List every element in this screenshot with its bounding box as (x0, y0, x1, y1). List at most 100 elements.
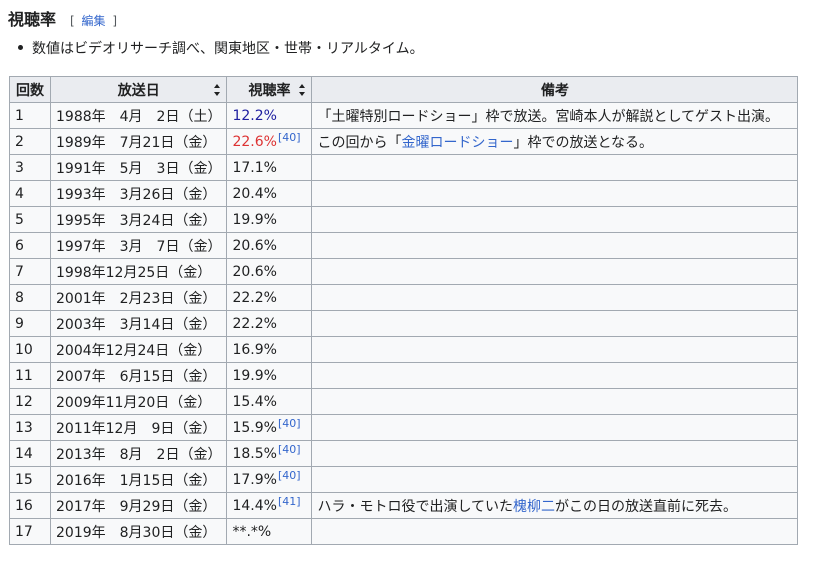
rating-value: 20.4% (232, 185, 277, 202)
cell-date: 2007年 6月15日（金） (49, 362, 228, 389)
header-rating-label: 視聴率 (248, 82, 291, 99)
reference-link[interactable]: [40] (278, 417, 301, 430)
sort-icon[interactable] (299, 84, 306, 96)
ratings-table: 回数 放送日 視聴率 備考 1 1988年 4月 2日（土） 12.2% 「土曜特別ロ… (9, 76, 799, 545)
cell-no: 17 (9, 518, 51, 545)
cell-date: 1989年 7月21日（金） (49, 128, 228, 155)
cell-rating: 15.9%[40] (226, 414, 313, 441)
rating-value: 15.9% (232, 419, 277, 436)
cell-rating: 17.9%[40] (226, 466, 313, 493)
reference-sup: [40] (277, 131, 301, 144)
header-no: 回数 (9, 76, 51, 103)
cell-no: 11 (9, 362, 51, 389)
table-row: 15 2016年 1月15日（金） 17.9%[40] (9, 466, 799, 493)
rating-value: 17.9% (232, 471, 277, 488)
remarks-link[interactable]: 金曜ロードショー (401, 135, 513, 151)
reference-link[interactable]: [40] (278, 469, 301, 482)
remarks-text: ハラ・モトロ役で出演していた (317, 498, 514, 515)
remarks-text: 」枠での放送となる。 (513, 134, 654, 151)
cell-remarks: 「土曜特別ロードショー」枠で放送。宮崎本人が解説としてゲスト出演。 (311, 102, 799, 129)
rating-value: 22.6% (232, 133, 277, 150)
rating-value: 19.9% (232, 211, 277, 228)
reference-link[interactable]: [40] (278, 131, 301, 144)
remarks-link[interactable]: 槐柳二 (513, 499, 555, 515)
cell-remarks (311, 466, 799, 493)
cell-no: 9 (9, 310, 51, 337)
cell-date: 2001年 2月23日（金） (49, 284, 228, 311)
cell-no: 6 (9, 232, 51, 259)
cell-date: 2011年12月 9日（金） (49, 414, 228, 441)
table-row: 17 2019年 8月30日（金） **.*% (9, 518, 799, 545)
cell-remarks (311, 180, 799, 207)
cell-date: 2013年 8月 2日（金） (49, 440, 228, 467)
cell-date: 1988年 4月 2日（土） (49, 102, 228, 129)
rating-value: 22.2% (232, 315, 277, 332)
rating-value: 16.9% (232, 341, 277, 358)
cell-date: 1991年 5月 3日（金） (49, 154, 228, 181)
cell-remarks (311, 258, 799, 285)
cell-rating: 17.1% (226, 154, 313, 181)
sort-icon[interactable] (214, 84, 221, 96)
cell-rating: 20.6% (226, 258, 313, 285)
table-row: 9 2003年 3月14日（金） 22.2% (9, 310, 799, 337)
cell-rating: 15.4% (226, 388, 313, 415)
cell-date: 2019年 8月30日（金） (49, 518, 228, 545)
cell-date: 2004年12月24日（金） (49, 336, 228, 363)
cell-date: 1998年12月25日（金） (49, 258, 228, 285)
reference-link[interactable]: [40] (278, 443, 301, 456)
remarks-text: 「土曜特別ロードショー」枠で放送。宮崎本人が解説としてゲスト出演。 (317, 108, 780, 125)
edit-section: [ 編集 ] (70, 12, 117, 29)
cell-date: 2017年 9月29日（金） (49, 492, 228, 519)
reference-link[interactable]: [41] (278, 495, 301, 508)
cell-date: 2016年 1月15日（金） (49, 466, 228, 493)
cell-no: 5 (9, 206, 51, 233)
cell-remarks (311, 206, 799, 233)
header-rating[interactable]: 視聴率 (226, 76, 313, 103)
table-row: 3 1991年 5月 3日（金） 17.1% (9, 154, 799, 181)
cell-remarks (311, 388, 799, 415)
table-row: 4 1993年 3月26日（金） 20.4% (9, 180, 799, 207)
table-row: 11 2007年 6月15日（金） 19.9% (9, 362, 799, 389)
table-row: 2 1989年 7月21日（金） 22.6%[40] この回から「金曜ロードショー」枠… (9, 128, 799, 155)
cell-remarks (311, 414, 799, 441)
header-remarks: 備考 (311, 76, 799, 103)
edit-link[interactable]: 編集 (82, 14, 106, 28)
cell-rating: 20.4% (226, 180, 313, 207)
cell-rating: 22.2% (226, 310, 313, 337)
cell-no: 12 (9, 388, 51, 415)
cell-no: 1 (9, 102, 51, 129)
table-body: 1 1988年 4月 2日（土） 12.2% 「土曜特別ロードショー」枠で放送。宮崎本… (9, 102, 799, 545)
cell-rating: 22.2% (226, 284, 313, 311)
cell-date: 1997年 3月 7日（金） (49, 232, 228, 259)
cell-remarks (311, 440, 799, 467)
cell-date: 2003年 3月14日（金） (49, 310, 228, 337)
rating-value: 15.4% (232, 393, 277, 410)
table-row: 10 2004年12月24日（金） 16.9% (9, 336, 799, 363)
header-date[interactable]: 放送日 (49, 76, 228, 103)
cell-remarks (311, 232, 799, 259)
cell-remarks (311, 518, 799, 545)
cell-no: 7 (9, 258, 51, 285)
notes-list: 数値はビデオリサーチ調べ、関東地区・世帯・リアルタイム。 (18, 38, 424, 58)
cell-rating: 18.5%[40] (226, 440, 313, 467)
cell-rating: 19.9% (226, 206, 313, 233)
cell-remarks: この回から「金曜ロードショー」枠での放送となる。 (311, 128, 799, 155)
table-row: 7 1998年12月25日（金） 20.6% (9, 258, 799, 285)
cell-remarks (311, 284, 799, 311)
table-row: 12 2009年11月20日（金） 15.4% (9, 388, 799, 415)
remarks-text: がこの日の放送直前に死去。 (555, 498, 738, 515)
cell-no: 8 (9, 284, 51, 311)
rating-value: 17.1% (232, 159, 277, 176)
cell-no: 10 (9, 336, 51, 363)
rating-value: **.*% (232, 523, 272, 540)
rating-value: 18.5% (232, 445, 277, 462)
cell-no: 14 (9, 440, 51, 467)
cell-rating: 19.9% (226, 362, 313, 389)
reference-sup: [40] (277, 443, 301, 456)
cell-remarks (311, 310, 799, 337)
table-row: 14 2013年 8月 2日（金） 18.5%[40] (9, 440, 799, 467)
reference-sup: [41] (277, 495, 301, 508)
note-item: 数値はビデオリサーチ調べ、関東地区・世帯・リアルタイム。 (18, 38, 424, 58)
table-row: 8 2001年 2月23日（金） 22.2% (9, 284, 799, 311)
cell-remarks: ハラ・モトロ役で出演していた槐柳二がこの日の放送直前に死去。 (311, 492, 799, 519)
